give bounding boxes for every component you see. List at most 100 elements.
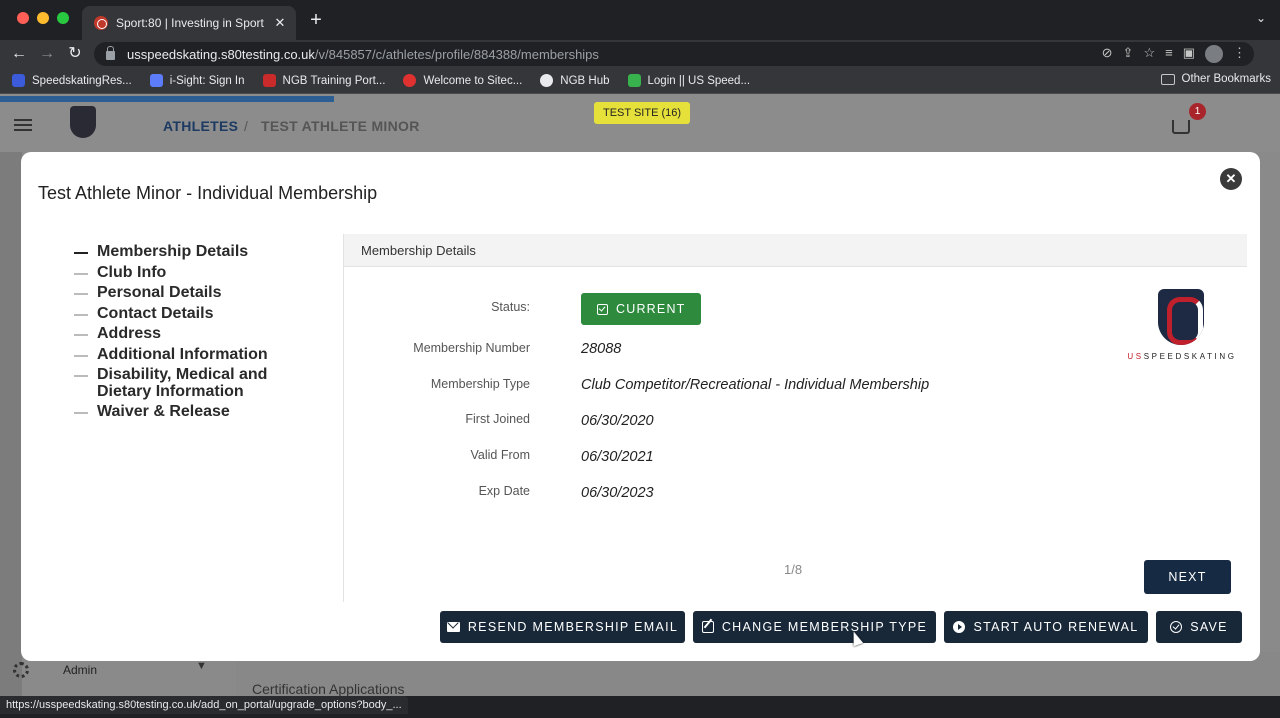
back-arrow-icon[interactable]: ← [8,43,30,65]
exp-date-value: 06/30/2023 [581,485,654,501]
bookmark-item[interactable]: i-Sight: Sign In [149,74,245,87]
membership-number-label: Membership Number [413,341,530,355]
step-personal-details[interactable]: Personal Details [74,284,334,302]
reload-icon[interactable]: ↻ [64,43,86,65]
bookmark-item[interactable]: NGB Training Port... [262,74,385,87]
panel-title: Membership Details [344,234,1247,267]
bookmark-label: Welcome to Sitec... [423,74,523,87]
step-address[interactable]: Address [74,325,334,343]
brand-wordmark-us: US [1127,352,1144,361]
bookmark-item[interactable]: NGB Hub [540,74,610,87]
tab-close-icon[interactable]: ✕ [270,15,290,31]
eye-off-icon[interactable]: ⊘ [1102,45,1113,63]
step-label: Membership Details [97,243,249,260]
membership-modal: Test Athlete Minor - Individual Membersh… [21,152,1260,661]
bookmark-favicon-icon [403,74,417,87]
media-controls-icon[interactable]: ≡ [1165,45,1173,63]
modal-title: Test Athlete Minor - Individual Membersh… [38,183,378,203]
globe-icon [540,74,554,87]
bookmark-label: SpeedskatingRes... [32,74,132,87]
check-square-icon [597,303,608,315]
button-label: START AUTO RENEWAL [973,620,1139,634]
other-bookmarks-label: Other Bookmarks [1181,73,1271,85]
lock-icon[interactable] [106,46,115,60]
close-icon[interactable]: ✕ [1220,168,1242,190]
tab-title: Sport:80 | Investing in Sport [116,16,264,30]
side-panel-icon[interactable]: ▣ [1183,45,1195,63]
step-club-info[interactable]: Club Info [74,264,334,282]
step-label: Waiver & Release [97,403,230,420]
step-contact-details[interactable]: Contact Details [74,304,334,323]
step-dash-icon [74,375,88,377]
shield-logo-icon [1158,289,1204,345]
bookmark-item[interactable]: SpeedskatingRes... [12,74,132,87]
browser-status-url: https://usspeedskating.s80testing.co.uk/… [0,696,408,714]
browser-tab[interactable]: Sport:80 | Investing in Sport ✕ [82,6,296,40]
step-label: Address [97,325,162,342]
tab-search-chevron-icon[interactable]: ⌄ [1256,11,1266,25]
hamburger-menu-icon[interactable] [14,119,32,131]
window-close-button[interactable] [17,12,29,24]
breadcrumb-athletes[interactable]: ATHLETES [163,118,238,134]
forward-arrow-icon[interactable]: → [36,43,58,65]
step-dash-icon [74,334,88,336]
share-icon[interactable]: ⇪ [1123,45,1134,63]
kebab-menu-icon[interactable]: ⋮ [1233,45,1246,63]
step-dash-icon [74,272,88,275]
step-disability-medical-dietary[interactable]: Disability, Medical and Dietary Informat… [74,366,334,400]
step-waiver-release[interactable]: Waiver & Release [74,403,334,421]
bookmark-favicon-icon [262,74,276,87]
bookmark-label: NGB Hub [560,74,610,87]
sidebar-item-label: Admin [63,663,98,677]
step-dash-icon [74,354,88,357]
test-site-badge: TEST SITE (16) [594,102,691,124]
brand-wordmark: USSPEEDSKATING [1126,352,1238,361]
step-dash-icon [74,313,88,316]
start-auto-renewal-button[interactable]: START AUTO RENEWAL [944,611,1148,643]
bookmark-item[interactable]: Login || US Speed... [627,74,751,87]
bookmark-favicon-icon [149,74,163,87]
star-bookmark-icon[interactable]: ☆ [1143,45,1155,63]
gear-icon [13,662,29,678]
step-dash-icon [74,252,88,254]
chevron-down-icon: ▼ [196,660,207,672]
check-circle-icon [1170,621,1183,633]
button-label: SAVE [1190,620,1228,634]
shopping-cart-icon[interactable] [1172,120,1190,134]
bookmark-item[interactable]: Welcome to Sitec... [403,74,522,87]
status-value: CURRENT [616,302,686,316]
step-membership-details[interactable]: Membership Details [74,243,334,261]
new-tab-button[interactable]: + [306,9,326,32]
brand-wordmark-rest: SPEEDSKATING [1143,352,1237,361]
window-minimize-button[interactable] [37,12,49,24]
step-additional-information[interactable]: Additional Information [74,345,334,364]
bookmark-label: Login || US Speed... [647,74,751,87]
change-membership-type-button[interactable]: CHANGE MEMBERSHIP TYPE [693,611,936,643]
button-label: CHANGE MEMBERSHIP TYPE [721,620,928,634]
step-dash-icon [74,412,88,414]
edit-icon [701,621,714,633]
step-label: Additional Information [97,345,268,363]
profile-avatar[interactable] [1205,45,1223,63]
sidebar [0,152,22,696]
membership-type-label: Membership Type [430,377,530,391]
resend-membership-email-button[interactable]: RESEND MEMBERSHIP EMAIL [440,611,685,643]
window-zoom-button[interactable] [57,12,69,24]
other-bookmarks[interactable]: Other Bookmarks [1160,73,1271,85]
save-button[interactable]: SAVE [1156,611,1242,643]
step-label: Contact Details [97,304,214,322]
membership-number-value: 28088 [581,341,622,357]
url-path: /v/845857/c/athletes/profile/884388/memb… [314,46,599,62]
breadcrumb-separator: / [244,118,249,134]
breadcrumb-current: TEST ATHLETE MINOR [261,118,420,134]
address-bar[interactable]: usspeedskating.s80testing.co.uk/v/845857… [94,42,1254,66]
button-label: RESEND MEMBERSHIP EMAIL [467,620,679,634]
usspeedskating-logo[interactable] [70,106,96,138]
browser-toolbar: ← → ↻ usspeedskating.s80testing.co.uk/v/… [0,40,1280,68]
loading-progress-bar [0,96,334,102]
valid-from-label: Valid From [470,448,530,462]
status-badge: CURRENT [581,293,701,325]
bookmark-favicon-icon [627,74,641,87]
usspeedskating-brand-logo: USSPEEDSKATING [1126,289,1238,369]
next-button[interactable]: NEXT [1144,560,1231,594]
